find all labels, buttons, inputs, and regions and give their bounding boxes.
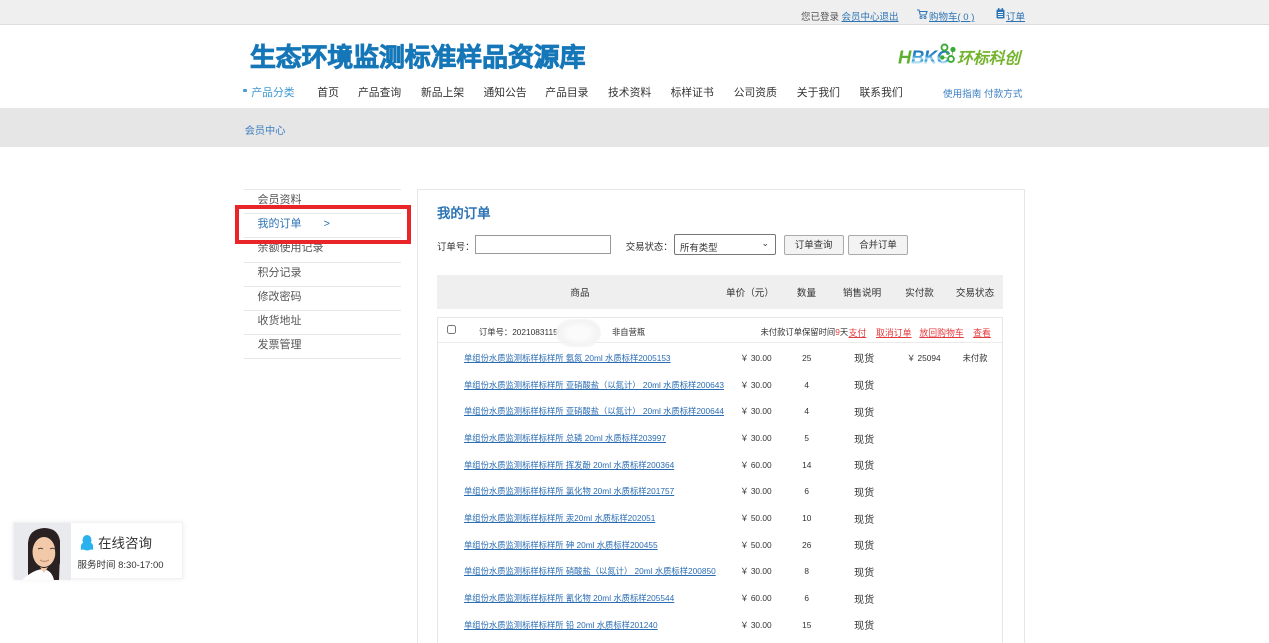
svg-text:环标科创: 环标科创 [957,50,1023,68]
svg-text:H: H [898,47,912,68]
